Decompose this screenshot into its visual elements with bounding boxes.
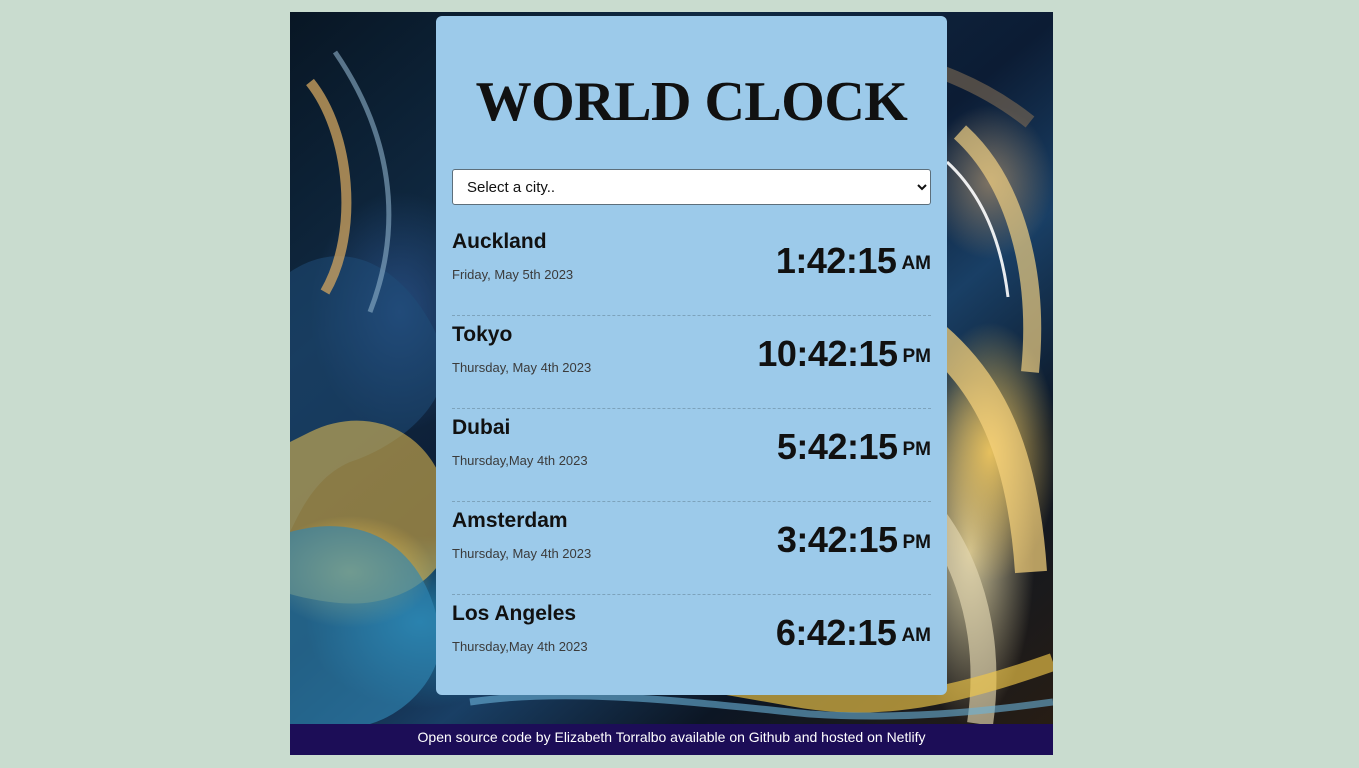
city-time-display: 6:42:15 AM (776, 613, 931, 653)
city-meridiem: AM (901, 625, 931, 646)
city-time-display: 3:42:15 PM (777, 520, 931, 560)
city-time: 6:42:15 (775, 612, 897, 653)
city-date: Friday, May 5th 2023 (452, 267, 574, 282)
city-row-amsterdam: Amsterdam Thursday, May 4th 2023 3:42:15… (452, 502, 931, 595)
city-time: 1:42:15 (775, 240, 897, 281)
city-time-display: 10:42:15 PM (757, 334, 931, 374)
city-row-los-angeles: Los Angeles Thursday,May 4th 2023 6:42:1… (452, 595, 931, 687)
city-select[interactable]: Select a city.. (452, 169, 931, 205)
city-meridiem: PM (902, 439, 932, 460)
city-date: Thursday, May 4th 2023 (452, 360, 592, 375)
footer-text: Open source code by Elizabeth Torralbo a… (417, 729, 926, 745)
page-frame: WORLD CLOCK Select a city.. Auckland Fri… (290, 12, 1053, 755)
city-row-dubai: Dubai Thursday,May 4th 2023 5:42:15 PM (452, 409, 931, 502)
city-date: Thursday,May 4th 2023 (452, 639, 588, 654)
city-date: Thursday,May 4th 2023 (452, 453, 588, 468)
city-row-auckland: Auckland Friday, May 5th 2023 1:42:15 AM (452, 223, 931, 316)
city-name: Auckland (452, 230, 547, 253)
site-footer: Open source code by Elizabeth Torralbo a… (290, 724, 1053, 755)
city-time-display: 1:42:15 AM (776, 241, 931, 281)
city-meridiem: PM (902, 532, 932, 553)
page-title: WORLD CLOCK (475, 71, 908, 133)
city-meridiem: AM (901, 253, 931, 274)
city-time: 5:42:15 (776, 426, 898, 467)
city-time: 10:42:15 (757, 333, 898, 374)
city-time: 3:42:15 (776, 519, 898, 560)
city-name: Dubai (452, 416, 511, 439)
city-name: Amsterdam (452, 509, 568, 532)
city-list: Auckland Friday, May 5th 2023 1:42:15 AM … (452, 223, 931, 687)
city-time-display: 5:42:15 PM (777, 427, 931, 467)
city-name: Los Angeles (452, 602, 577, 625)
world-clock-panel: WORLD CLOCK Select a city.. Auckland Fri… (436, 16, 947, 695)
city-name: Tokyo (452, 323, 513, 346)
city-meridiem: PM (902, 346, 932, 367)
city-row-tokyo: Tokyo Thursday, May 4th 2023 10:42:15 PM (452, 316, 931, 409)
city-date: Thursday, May 4th 2023 (452, 546, 592, 561)
